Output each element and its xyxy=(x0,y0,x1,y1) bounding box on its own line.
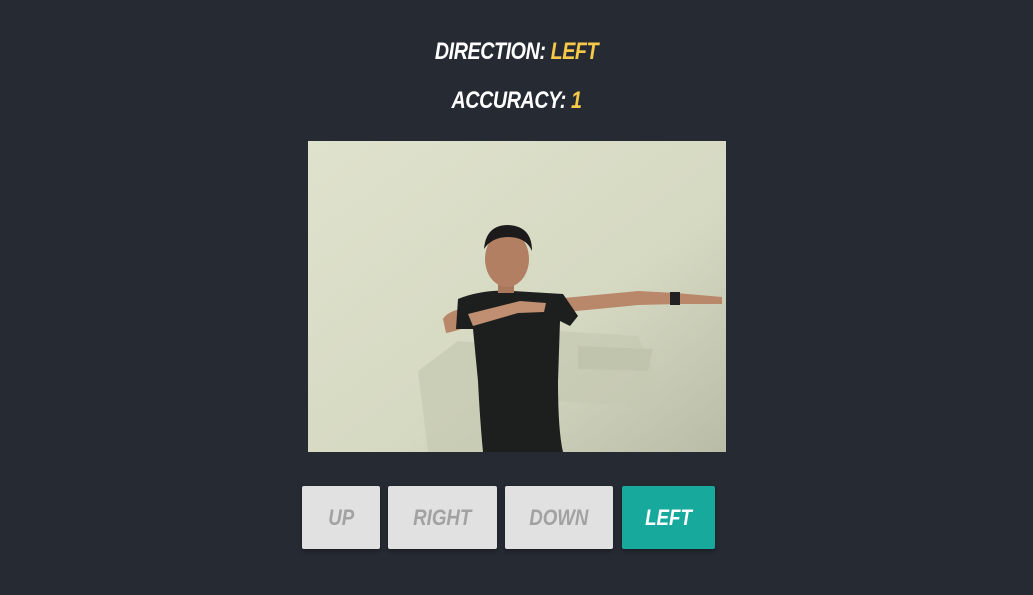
app-stage: DIRECTION: LEFT ACCURACY: 1 UP RIGHT DOW… xyxy=(0,0,1033,595)
person-pointing-left-image xyxy=(308,141,726,452)
accuracy-value: 1 xyxy=(570,87,582,114)
down-button[interactable]: DOWN xyxy=(505,486,613,549)
right-button-label: RIGHT xyxy=(413,504,472,530)
up-button[interactable]: UP xyxy=(302,486,380,549)
left-button[interactable]: LEFT xyxy=(622,486,715,549)
direction-label: DIRECTION: xyxy=(434,38,546,65)
accuracy-readout: ACCURACY: 1 xyxy=(93,87,940,115)
up-button-label: UP xyxy=(328,504,354,530)
direction-value: LEFT xyxy=(550,38,599,65)
right-button[interactable]: RIGHT xyxy=(388,486,497,549)
left-button-label: LEFT xyxy=(645,504,692,530)
accuracy-label: ACCURACY: xyxy=(451,87,567,114)
down-button-label: DOWN xyxy=(529,504,589,530)
camera-photo xyxy=(308,141,726,452)
direction-readout: DIRECTION: LEFT xyxy=(93,38,940,66)
